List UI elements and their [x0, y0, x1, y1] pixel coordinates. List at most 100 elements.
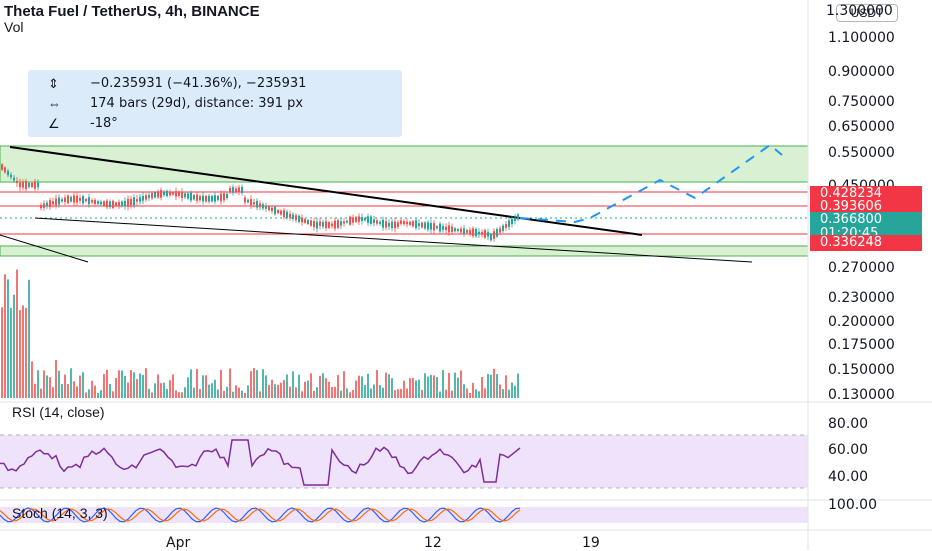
candle-body [67, 195, 69, 204]
candle-body [40, 204, 42, 209]
candle-body [370, 216, 372, 224]
volume-bar [313, 390, 315, 398]
volume-bar [124, 376, 126, 398]
candle-body [115, 202, 117, 207]
volume-bar [484, 388, 486, 398]
volume-bar [472, 382, 474, 398]
candle-body [394, 221, 396, 229]
volume-bar [403, 380, 405, 398]
volume-bar [31, 361, 33, 398]
candle-body [442, 226, 444, 230]
volume-bar [319, 375, 321, 398]
volume-bar [28, 279, 30, 398]
candle-body [490, 234, 492, 241]
volume-bar [427, 376, 429, 398]
angle-icon: ∠ [48, 116, 60, 131]
volume-bar [4, 274, 6, 398]
candle-body [217, 195, 219, 201]
candle-body [250, 199, 252, 206]
candle-body [451, 226, 453, 232]
candle-body [88, 197, 90, 205]
chart-window[interactable]: Theta Fuel / TetherUS, 4h, BINANCE Vol U… [0, 0, 932, 551]
volume-bar [481, 376, 483, 398]
candle-body [130, 198, 132, 206]
candle-body [427, 222, 429, 230]
candle-body [178, 192, 180, 196]
candle-body [469, 229, 471, 234]
volume-bar [436, 377, 438, 398]
price-axis-label: 0.130000 [828, 387, 895, 403]
candle-body [481, 232, 483, 235]
candle-body [424, 222, 426, 229]
volume-bar [382, 387, 384, 398]
volume-bar [493, 368, 495, 398]
candle-body [94, 199, 96, 204]
volume-bar [58, 370, 60, 398]
candle-body [412, 221, 414, 227]
candle-body [124, 200, 126, 206]
volume-bar [304, 381, 306, 398]
volume-bar [10, 307, 12, 398]
candle-body [400, 220, 402, 224]
candle-body [331, 223, 333, 227]
time-label-12: 12 [424, 535, 442, 551]
price-axis-label: 0.650000 [828, 119, 895, 135]
volume-bar [274, 384, 276, 398]
volume-bar [115, 377, 117, 398]
volume-bar [460, 370, 462, 398]
volume-bar [343, 371, 345, 398]
volume-bar [49, 377, 51, 398]
candle-body [76, 195, 78, 203]
candle-body [154, 192, 156, 198]
rsi-axis-60: 60.00 [828, 442, 869, 458]
candle-body [487, 232, 489, 237]
candle-body [349, 216, 351, 225]
candle-body [454, 228, 456, 232]
volume-bar [208, 384, 210, 398]
candle-body [13, 177, 15, 181]
candle-body [514, 217, 516, 221]
volume-bar [145, 368, 147, 398]
candle-body [37, 182, 39, 188]
volume-bar [256, 370, 258, 398]
volume-bar [388, 374, 390, 398]
rsi-title[interactable]: RSI (14, close) [12, 404, 105, 420]
candle-body [214, 195, 216, 202]
candle-body [70, 196, 72, 202]
volume-bar [136, 379, 138, 398]
volume-bar [220, 369, 222, 398]
candle-body [4, 167, 6, 173]
candle-body [181, 191, 183, 198]
candle-body [334, 220, 336, 229]
volume-bar [322, 373, 324, 398]
candle-body [211, 195, 213, 202]
volume-bar [454, 372, 456, 398]
candle-body [502, 225, 504, 231]
candle-body [361, 217, 363, 221]
stoch-title[interactable]: Stoch (14, 3, 3) [12, 505, 108, 521]
candle-body [364, 218, 366, 221]
candle-body [25, 181, 27, 189]
volume-bar [253, 368, 255, 398]
candle-body [184, 193, 186, 198]
candle-body [202, 195, 204, 202]
candle-body [436, 226, 438, 229]
candle-body [307, 220, 309, 225]
volume-bar [196, 368, 198, 398]
candle-body [226, 193, 228, 198]
volume-bar [244, 392, 246, 398]
candle-body [157, 191, 159, 198]
volume-bar [19, 310, 21, 398]
volume-bar [400, 388, 402, 398]
volume-bar [376, 369, 378, 398]
price-range-icon: ⇕ [48, 76, 59, 91]
candle-body [46, 202, 48, 207]
volume-bar [13, 294, 15, 398]
candle-body [463, 228, 465, 234]
volume-bar [106, 369, 108, 398]
candle-body [229, 187, 231, 193]
volume-bar [70, 368, 72, 398]
volume-bar [217, 389, 219, 398]
volume-bar [34, 383, 36, 398]
candle-body [199, 196, 201, 201]
